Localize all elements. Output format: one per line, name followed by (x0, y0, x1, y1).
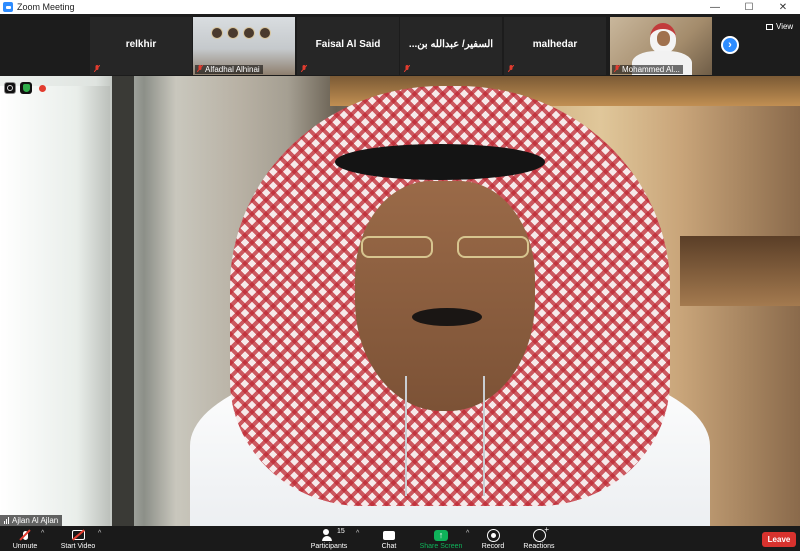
window-title: Zoom Meeting (17, 2, 75, 12)
start-video-button[interactable]: Start Video (58, 526, 98, 551)
participant-tile[interactable]: relkhir (90, 17, 192, 75)
reactions-label: Reactions (523, 543, 555, 550)
muted-mic-icon (197, 65, 203, 72)
participant-tile[interactable]: Alfadhal Alhinai (193, 17, 295, 75)
audio-options-caret[interactable]: ^ (41, 530, 44, 537)
conference-logos (211, 27, 271, 39)
chat-icon (382, 529, 396, 541)
muted-mic-icon (94, 65, 100, 72)
grid-view-icon (766, 23, 773, 30)
close-button[interactable]: ✕ (766, 0, 800, 14)
chat-button[interactable]: Chat (376, 526, 402, 551)
view-label: View (776, 22, 794, 31)
share-options-caret[interactable]: ^ (466, 530, 469, 537)
participants-count: 15 (337, 528, 345, 535)
muted-mic-icon (508, 65, 514, 72)
leave-button[interactable]: Leave (762, 532, 796, 547)
record-button[interactable]: Record (478, 526, 508, 551)
speaker-name: Ajlan Al Ajlan (12, 516, 59, 525)
record-label: Record (481, 543, 505, 550)
muted-mic-icon (404, 65, 410, 72)
zoom-app-icon (3, 2, 13, 12)
unmute-button[interactable]: Unmute (8, 526, 42, 551)
chevron-right-icon: › (728, 38, 732, 51)
view-button[interactable]: View (766, 22, 793, 31)
minimize-button[interactable]: — (698, 0, 732, 14)
participants-icon (322, 529, 336, 541)
participant-tile[interactable]: malhedar (504, 17, 606, 75)
shield-icon[interactable] (20, 82, 32, 94)
recording-icon (36, 82, 48, 94)
participants-label: Participants (310, 543, 348, 550)
microphone-muted-icon (18, 529, 32, 541)
participant-name: relkhir (125, 39, 157, 50)
meeting-toolbar: Unmute ^ Start Video ^ Participants 15 ^… (0, 525, 800, 551)
maximize-button[interactable]: ☐ (732, 0, 766, 14)
meeting-status-icons (4, 82, 48, 94)
video-options-caret[interactable]: ^ (98, 530, 101, 537)
participant-name: Alfadhal Alhinai (195, 65, 263, 74)
share-screen-icon (434, 530, 448, 541)
participants-options-caret[interactable]: ^ (356, 530, 359, 537)
participants-button[interactable]: Participants (306, 526, 352, 551)
window-titlebar: Zoom Meeting — ☐ ✕ (0, 0, 800, 14)
speaker-glasses (355, 236, 535, 260)
camera-off-icon (71, 529, 85, 541)
share-screen-label: Share Screen (419, 543, 463, 550)
audio-level-icon (4, 517, 9, 524)
participant-tile[interactable]: Faisal Al Said (297, 17, 399, 75)
info-icon[interactable] (4, 82, 16, 94)
chat-label: Chat (381, 543, 397, 550)
participant-name: malhedar (532, 39, 578, 50)
background-window-frame (112, 76, 134, 526)
next-page-button[interactable]: › (721, 36, 739, 54)
unmute-label: Unmute (12, 543, 38, 550)
participant-name: Faisal Al Said (315, 39, 381, 50)
reactions-button[interactable]: Reactions (522, 525, 556, 551)
muted-mic-icon (614, 65, 620, 72)
start-video-label: Start Video (60, 543, 96, 550)
participant-name: Mohammed Al... (612, 65, 683, 74)
record-icon (486, 529, 500, 541)
participant-tile[interactable]: ...السفير/ عبدالله بن (400, 17, 502, 75)
background-window (0, 86, 110, 526)
reactions-icon (532, 525, 549, 541)
gallery-strip: relkhir Alfadhal Alhinai Faisal Al Said … (0, 14, 800, 76)
active-speaker-video: Ajlan Al Ajlan (0, 76, 800, 526)
participant-name: ...السفير/ عبدالله بن (408, 39, 494, 50)
muted-mic-icon (301, 65, 307, 72)
speaker-name-label: Ajlan Al Ajlan (0, 515, 63, 526)
share-screen-button[interactable]: Share Screen (418, 526, 464, 551)
participant-tile[interactable]: Mohammed Al... (610, 17, 712, 75)
speaker-figure (190, 76, 710, 526)
